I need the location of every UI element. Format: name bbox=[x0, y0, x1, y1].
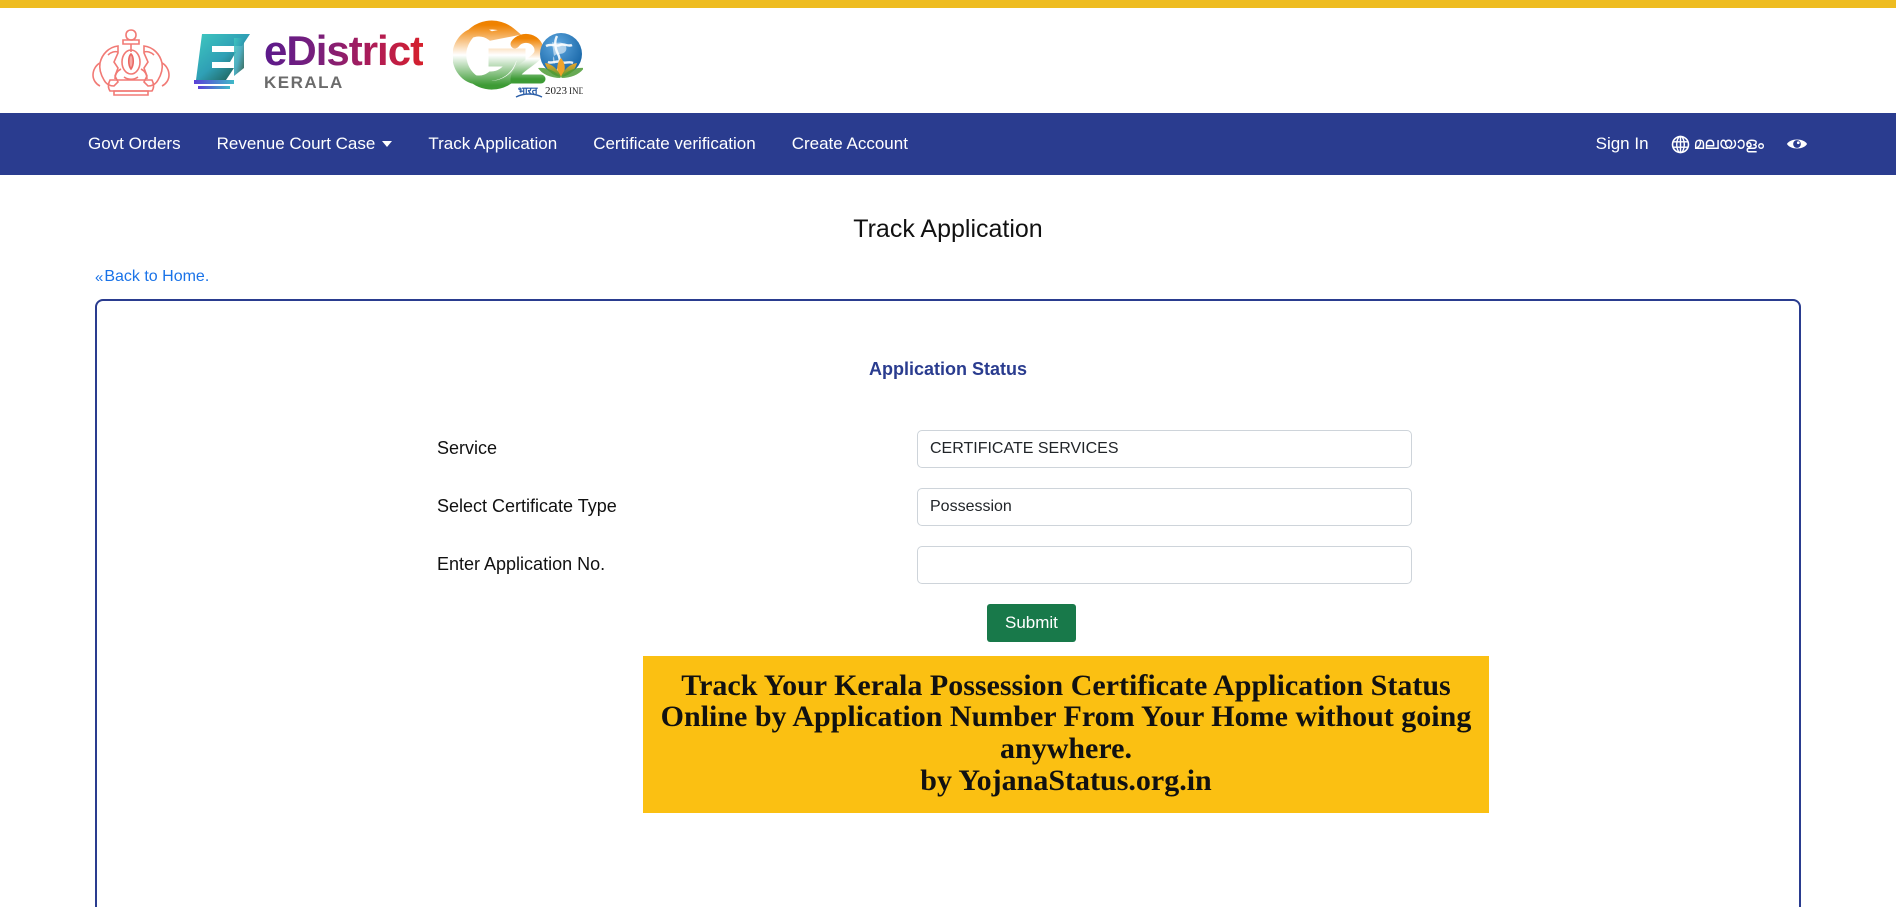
eye-icon bbox=[1786, 136, 1808, 152]
nav-item-track-application[interactable]: Track Application bbox=[410, 134, 575, 154]
top-accent-bar bbox=[0, 0, 1896, 8]
nav-label: Create Account bbox=[791, 134, 908, 153]
page-root: eDistrict KERALA भारत 2023 IND Govt Orde… bbox=[0, 0, 1896, 907]
double-chevron-left-icon: « bbox=[95, 268, 104, 286]
nav-label: Govt Orders bbox=[88, 134, 181, 153]
application-no-label: Enter Application No. bbox=[437, 554, 606, 574]
promo-banner: Track Your Kerala Possession Certificate… bbox=[643, 655, 1489, 813]
site-header: eDistrict KERALA भारत 2023 IND bbox=[0, 8, 1896, 113]
globe-icon bbox=[1671, 135, 1690, 154]
language-label: മലയാളം bbox=[1693, 134, 1764, 153]
language-switcher[interactable]: മലയാളം bbox=[1671, 134, 1764, 154]
nav-links: Govt Orders Revenue Court Case Track App… bbox=[88, 134, 926, 154]
chevron-down-icon bbox=[382, 141, 393, 147]
nav-item-certificate-verification[interactable]: Certificate verification bbox=[575, 134, 774, 154]
nav-label: Track Application bbox=[428, 134, 558, 153]
kerala-emblem-logo bbox=[88, 22, 190, 100]
form-row-service: Service bbox=[437, 429, 1799, 468]
certificate-type-label: Select Certificate Type bbox=[437, 496, 617, 516]
nav-item-create-account[interactable]: Create Account bbox=[774, 134, 926, 154]
g20-logo: भारत 2023 INDIA bbox=[453, 18, 584, 104]
certificate-type-input[interactable] bbox=[917, 487, 1412, 526]
svg-text:2023: 2023 bbox=[545, 85, 568, 97]
service-input[interactable] bbox=[917, 429, 1412, 468]
nav-utilities: Sign In മലയാളം bbox=[1596, 134, 1808, 154]
nav-label: Certificate verification bbox=[593, 134, 756, 153]
back-to-home-link[interactable]: « Back to Home. bbox=[95, 268, 209, 286]
svg-text:INDIA: INDIA bbox=[569, 86, 583, 96]
application-no-input[interactable] bbox=[917, 545, 1412, 584]
accessibility-toggle[interactable] bbox=[1786, 136, 1808, 152]
form-row-application-no: Enter Application No. bbox=[437, 545, 1799, 584]
sign-in-link[interactable]: Sign In bbox=[1596, 134, 1649, 154]
track-application-form: Service Select Certificate Type Enter Ap… bbox=[97, 429, 1799, 584]
edistrict-mark-icon bbox=[194, 33, 250, 89]
brand-subtitle: KERALA bbox=[264, 73, 344, 92]
submit-row: Submit bbox=[97, 603, 1799, 642]
nav-item-revenue-court-case[interactable]: Revenue Court Case bbox=[199, 134, 411, 154]
brand-name: eDistrict bbox=[264, 27, 424, 74]
service-label: Service bbox=[437, 438, 498, 458]
main-navbar: Govt Orders Revenue Court Case Track App… bbox=[0, 113, 1896, 175]
nav-item-govt-orders[interactable]: Govt Orders bbox=[88, 134, 199, 154]
promo-line: Track Your Kerala Possession Certificate… bbox=[681, 668, 1451, 702]
back-link-label: Back to Home. bbox=[104, 268, 210, 285]
promo-line: by YojanaStatus.org.in bbox=[920, 763, 1212, 797]
card-heading: Application Status bbox=[868, 358, 1027, 379]
promo-line: Online by Application Number From Your H… bbox=[660, 700, 1472, 734]
nav-label: Revenue Court Case bbox=[216, 134, 376, 153]
g20-india-logo-icon: भारत 2023 INDIA bbox=[453, 20, 584, 98]
application-status-card: Application Status Service Select Certif… bbox=[95, 298, 1801, 907]
submit-button[interactable]: Submit bbox=[987, 603, 1076, 642]
form-row-certificate-type: Select Certificate Type bbox=[437, 487, 1799, 526]
kerala-state-emblem-icon bbox=[92, 28, 170, 96]
page-title: Track Application bbox=[853, 215, 1043, 243]
edistrict-logo: eDistrict KERALA bbox=[190, 27, 424, 92]
promo-line: anywhere. bbox=[1000, 732, 1132, 766]
sign-in-label: Sign In bbox=[1595, 134, 1649, 153]
